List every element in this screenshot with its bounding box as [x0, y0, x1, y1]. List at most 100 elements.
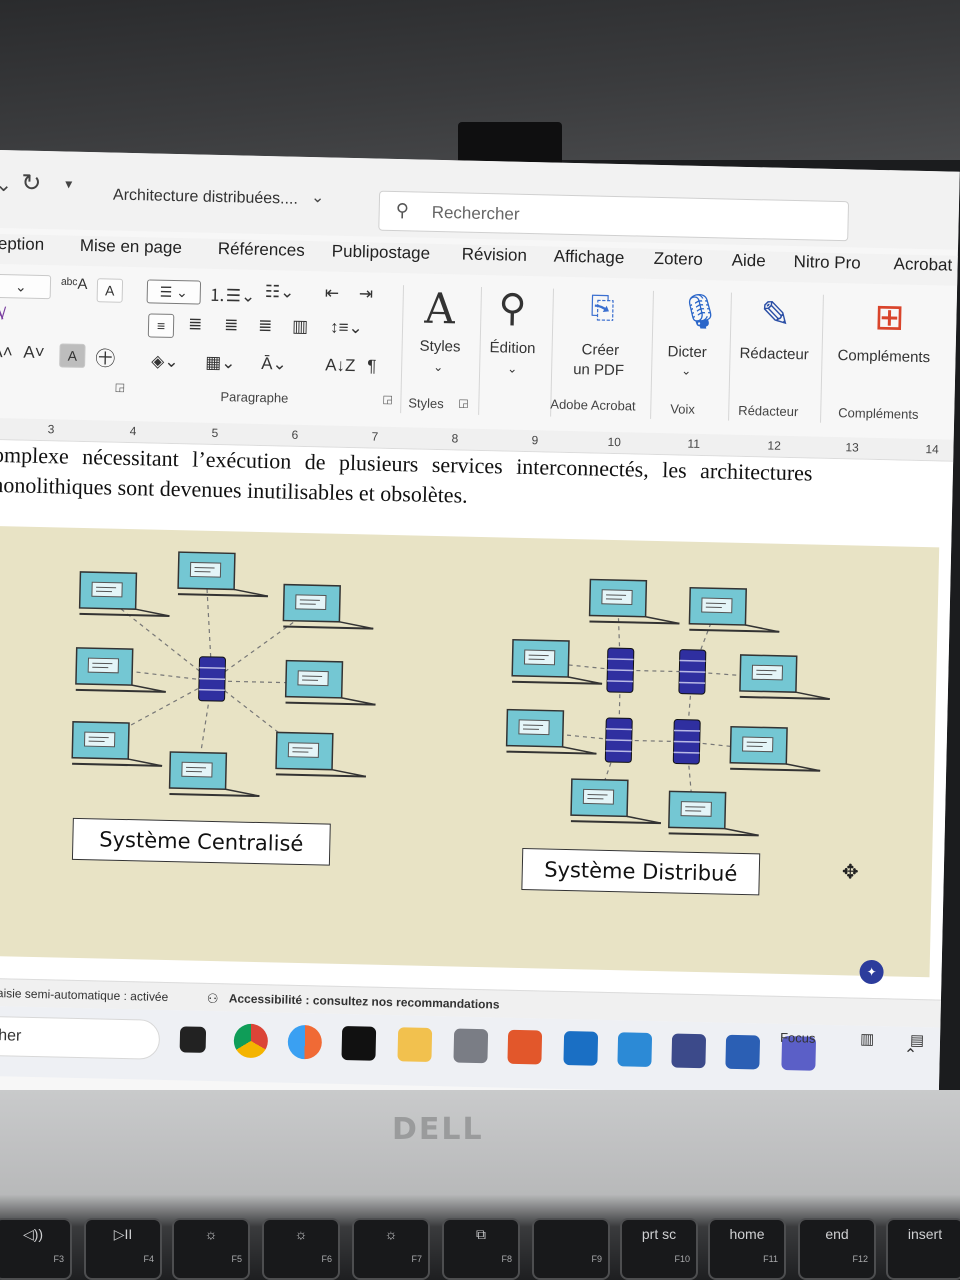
align-center-icon[interactable]: ≣	[188, 314, 203, 334]
focus-mode-label[interactable]: Focus	[780, 1030, 816, 1046]
bullets-button[interactable]: ☰ ⌄	[146, 279, 202, 305]
chevron-down-icon[interactable]: ⌄	[507, 362, 517, 376]
find-icon[interactable]: ⚲	[498, 285, 527, 331]
tab-acrobat[interactable]: Acrobat	[893, 254, 952, 275]
columns-icon[interactable]: ▥	[292, 317, 308, 337]
create-pdf-label-1[interactable]: Créer	[581, 341, 619, 359]
ruler-tick-label: 6	[291, 427, 299, 442]
tab-references[interactable]: Références	[218, 239, 305, 261]
task-view-icon[interactable]	[179, 1026, 207, 1053]
document-title[interactable]: Architecture distribuées....	[113, 187, 298, 209]
word-icon[interactable]	[725, 1034, 761, 1070]
diagram-app-icon[interactable]	[507, 1029, 543, 1065]
edition-button-label[interactable]: Édition	[489, 339, 535, 357]
accessibility-status[interactable]: Accessibilité : consultez nos recommanda…	[229, 991, 500, 1011]
key-f11[interactable]: home F11	[708, 1218, 786, 1280]
text-direction-icon[interactable]: Ā⌄	[261, 354, 287, 375]
key-insert[interactable]: insert	[886, 1218, 960, 1280]
tab-nitro-pro[interactable]: Nitro Pro	[793, 252, 860, 274]
text-box-icon[interactable]: A	[96, 278, 124, 303]
chrome-canary-icon[interactable]	[287, 1024, 323, 1060]
tab-publipostage[interactable]: Publipostage	[332, 242, 431, 264]
font-shrink-icon[interactable]: A˅	[23, 343, 45, 363]
justify-icon[interactable]: ≣	[258, 316, 273, 336]
architecture-figure[interactable]: Système Centralisé Système Distribué ✦	[0, 525, 940, 985]
outlook-icon[interactable]	[563, 1031, 599, 1066]
git-app-icon[interactable]	[671, 1033, 707, 1069]
multilevel-list-icon[interactable]: ☷⌄	[265, 282, 295, 303]
tab-zotero[interactable]: Zotero	[653, 249, 703, 270]
chevron-down-icon[interactable]: ⌄	[0, 172, 12, 197]
client-laptop-icon	[71, 720, 165, 767]
figure-badge-icon[interactable]: ✦	[859, 959, 884, 985]
key-f10[interactable]: prt sc F10	[620, 1218, 698, 1280]
shading-icon[interactable]: ◈⌄	[151, 351, 179, 372]
key-f12[interactable]: end F12	[798, 1218, 876, 1280]
client-laptop-icon	[588, 578, 682, 625]
font-grow-icon[interactable]: A˄	[0, 342, 13, 362]
taskbar-search-input[interactable]: rcher	[0, 1015, 161, 1060]
align-right-icon[interactable]: ≣	[224, 315, 239, 335]
key-f8[interactable]: ⧉ F8	[442, 1218, 520, 1280]
key-f5[interactable]: ☼ F5	[172, 1218, 250, 1280]
read-mode-icon[interactable]: ▥	[860, 1030, 875, 1048]
dialog-launcher-icon[interactable]: ◲	[115, 381, 126, 394]
key-f6[interactable]: ☼ F6	[262, 1218, 340, 1280]
key-f7[interactable]: ☼ F7	[352, 1218, 430, 1280]
decrease-indent-icon[interactable]: ⇤	[325, 283, 340, 303]
key-f4[interactable]: ▷II F4	[84, 1218, 162, 1280]
body-text-line[interactable]: nonolithiques sont devenues inutilisable…	[0, 472, 468, 509]
chevron-down-icon[interactable]: ⌄	[681, 364, 691, 378]
redo-icon[interactable]: ↻	[21, 168, 42, 197]
complements-button-label[interactable]: Compléments	[837, 347, 930, 366]
chrome-icon[interactable]	[233, 1023, 269, 1059]
vscode-icon[interactable]	[617, 1032, 653, 1068]
font-size-select[interactable]: ⌄	[0, 273, 52, 300]
quick-access-menu-icon[interactable]: ▾	[65, 175, 72, 192]
microphone-icon[interactable]: 🎙	[678, 291, 722, 332]
search-input[interactable]: ⚲ Rechercher	[378, 190, 850, 242]
redacteur-button-label[interactable]: Rédacteur	[739, 345, 809, 364]
create-pdf-icon[interactable]: ⎘	[590, 291, 615, 326]
editor-pen-icon[interactable]: ✎	[760, 293, 791, 336]
increase-indent-icon[interactable]: ⇥	[359, 284, 374, 304]
client-laptop-icon	[729, 725, 823, 772]
dicter-button-label[interactable]: Dicter	[667, 343, 707, 361]
autosave-status[interactable]: Saisie semi-automatique : activée	[0, 986, 168, 1004]
pilcrow-icon[interactable]: ¶	[367, 356, 377, 376]
dialog-launcher-icon[interactable]: ◲	[382, 393, 393, 406]
tab-aide[interactable]: Aide	[731, 251, 765, 272]
spelling-icon[interactable]: ᵃᵇᶜA	[61, 275, 88, 293]
sort-icon[interactable]: A↓Z	[325, 355, 356, 376]
highlight-icon[interactable]: A	[59, 343, 86, 368]
align-left-button[interactable]: ≡	[147, 313, 175, 338]
styles-icon[interactable]: A	[424, 284, 455, 334]
key-f3[interactable]: ◁)) F3	[0, 1218, 72, 1280]
tab-affichage[interactable]: Affichage	[553, 247, 625, 269]
search-placeholder: Rechercher	[431, 202, 520, 224]
taskbar-search-text: rcher	[0, 1026, 22, 1045]
borders-icon[interactable]: ▦⌄	[205, 353, 236, 374]
tab-mise-en-page[interactable]: Mise en page	[80, 236, 182, 258]
paragraph-group-label: Paragraphe	[220, 389, 289, 406]
file-explorer-icon[interactable]	[397, 1027, 433, 1063]
network-app-icon[interactable]	[453, 1028, 489, 1064]
voix-group-label: Voix	[670, 401, 696, 417]
dialog-launcher-icon[interactable]: ◲	[458, 396, 469, 409]
document-page[interactable]: omplexe nécessitant l’exécution de plusi…	[0, 439, 954, 1002]
key-f9[interactable]: F9	[532, 1218, 610, 1280]
create-pdf-label-2[interactable]: un PDF	[573, 361, 624, 379]
line-spacing-icon[interactable]: ↕≡⌄	[330, 318, 363, 339]
print-layout-icon[interactable]: ▤	[910, 1031, 925, 1049]
character-border-icon[interactable]: ㊉	[95, 342, 116, 371]
tab-revision[interactable]: Révision	[462, 245, 528, 266]
node-server-icon	[672, 718, 701, 765]
intellij-icon[interactable]	[341, 1025, 377, 1061]
numbering-icon[interactable]: ⒈☰⌄	[209, 281, 256, 307]
clear-format-icon[interactable]: A̸	[0, 304, 4, 324]
chevron-down-icon[interactable]: ⌄	[433, 360, 443, 374]
tab-reception[interactable]: eption	[0, 234, 44, 255]
styles-button-label[interactable]: Styles	[419, 338, 460, 356]
chevron-down-icon[interactable]: ⌄	[311, 187, 325, 207]
add-ins-icon[interactable]: ⊞	[874, 296, 905, 339]
